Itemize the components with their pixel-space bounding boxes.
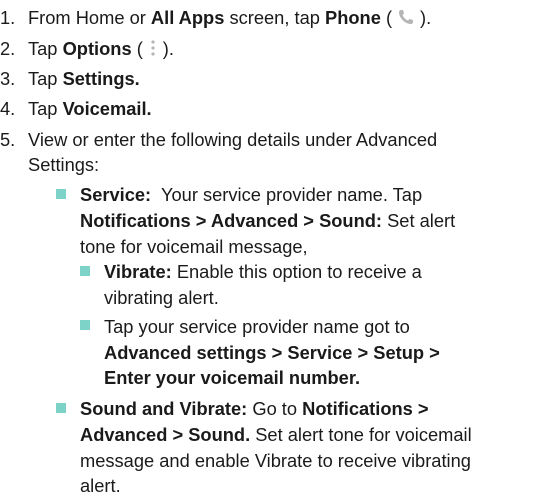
step-text: View or enter the following details unde… [28, 128, 438, 150]
step-text: Tap Settings. [28, 65, 140, 93]
step-number: 2. [0, 38, 16, 60]
vibrate-item-line-2: vibrating alert. [104, 286, 219, 308]
step-text: From Home or All Apps screen, tap Phone … [28, 4, 431, 32]
step-number: 4. [0, 98, 16, 120]
step-text: Tap Options (). [28, 35, 174, 63]
bullet-square [80, 320, 90, 331]
service-item-line-3: tone for voicemail message, [80, 235, 308, 257]
step-1-mid: screen, tap [224, 7, 325, 28]
sound-vibrate-desc: Set alert tone for voicemail [250, 424, 472, 445]
service-item-line-2: Notifications > Advanced > Sound: Set al… [80, 207, 455, 235]
sound-vibrate-line-1: Sound and Vibrate: Go to Notifications > [80, 395, 429, 423]
options-icon [147, 38, 159, 58]
sound-vibrate-line-3: message and enable Vibrate to receive vi… [80, 449, 471, 471]
step-1-prefix: From Home or [28, 7, 151, 28]
service-desc: Your service provider name. Tap [151, 184, 423, 206]
provider-item-line-1: Tap your service provider name got to [104, 316, 410, 338]
options-label: Options [62, 38, 132, 60]
sound-vibrate-label: Sound and Vibrate: [80, 398, 248, 420]
step-number: 3. [0, 68, 16, 90]
settings-label: Settings. [62, 68, 140, 90]
step-3-prefix: Tap [28, 68, 63, 90]
step-4-prefix: Tap [28, 98, 63, 120]
vibrate-item-line-1: Vibrate: Enable this option to receive a [104, 258, 422, 286]
all-apps-label: All Apps [150, 7, 225, 28]
provider-path: Advanced settings > Service > Setup > [104, 341, 440, 363]
vibrate-desc: Enable this option to receive a [171, 261, 422, 283]
provider-item-line-2: Advanced settings > Service > Setup > [104, 339, 440, 367]
voicemail-label: Voicemail. [62, 98, 152, 120]
sound-vibrate-path-2: Advanced > Sound. [80, 424, 251, 445]
bullet-square [56, 402, 66, 413]
paren-open: ( [380, 7, 393, 28]
service-desc-2: Set alert [382, 210, 456, 231]
sound-vibrate-path: Notifications > [302, 398, 429, 420]
step-number: 1. [0, 7, 16, 28]
service-label: Service: [80, 184, 152, 206]
sound-vibrate-line-2: Advanced > Sound. Set alert tone for voi… [80, 421, 472, 449]
service-path: Notifications > Advanced > Sound: [80, 210, 383, 231]
phone-label: Phone [325, 7, 381, 28]
paren-close: ). [162, 38, 174, 60]
provider-path-end: Enter your voicemail number. [104, 367, 361, 389]
provider-item-line-3: Enter your voicemail number. [104, 364, 360, 392]
phone-icon [396, 7, 416, 27]
instructions-document: 1. From Home or All Apps screen, tap Pho… [0, 0, 545, 499]
step-5-line-2: Settings: [28, 154, 100, 176]
sound-vibrate-mid: Go to [247, 398, 303, 420]
paren-open: ( [131, 38, 143, 60]
bullet-square [80, 265, 90, 276]
service-item-line-1: Service: Your service provider name. Tap [80, 181, 422, 209]
vibrate-label: Vibrate: [104, 261, 172, 283]
step-number: 5. [0, 128, 16, 150]
step-2-prefix: Tap [28, 38, 63, 60]
paren-close: ). [420, 7, 432, 28]
step-text: Tap Voicemail. [28, 95, 152, 123]
sound-vibrate-line-4: alert. [80, 475, 121, 497]
bullet-square [56, 188, 66, 199]
